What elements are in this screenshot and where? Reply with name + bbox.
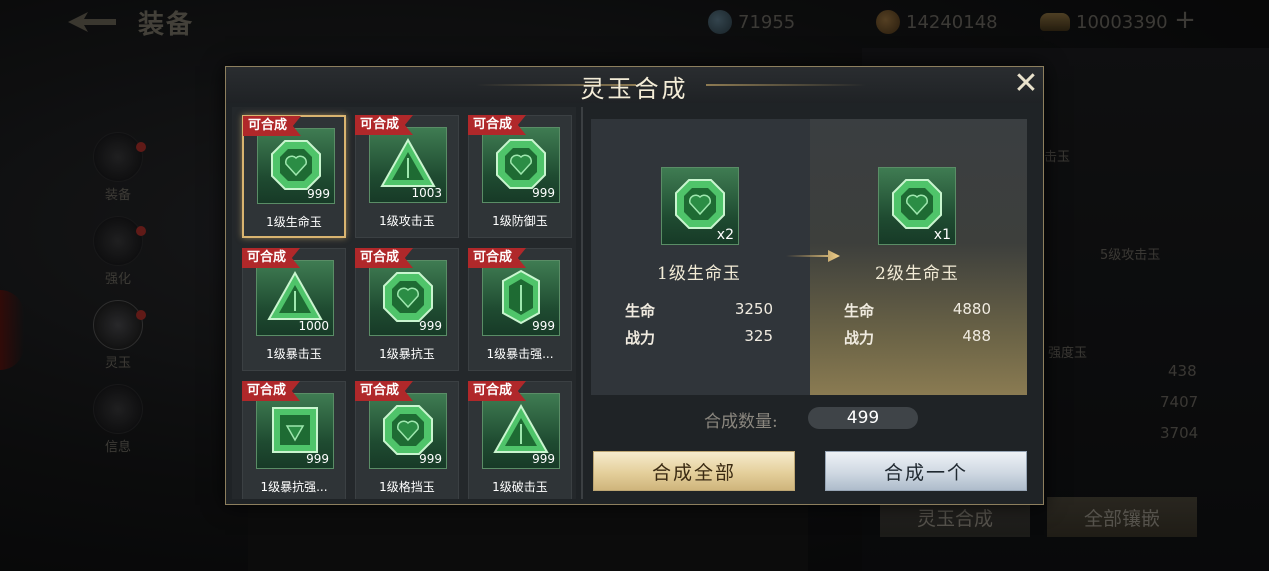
dialog-header: 灵玉合成 ✕ <box>226 67 1043 103</box>
jade-item-cell[interactable]: 999 可合成 1级生命玉 <box>242 115 346 238</box>
synthesizable-badge: 可合成 <box>468 115 527 135</box>
jade-hexagon-icon <box>502 269 540 324</box>
item-name: 1级暴抗强... <box>260 480 328 494</box>
stat-label-power: 战力 <box>625 329 656 347</box>
combine-all-button[interactable]: 合成全部 <box>593 451 795 491</box>
combine-one-button[interactable]: 合成一个 <box>825 451 1027 491</box>
divider <box>581 107 583 499</box>
item-name: 1级防御玉 <box>492 214 548 228</box>
item-name: 1级暴击强... <box>486 347 554 361</box>
quantity-label: 合成数量: <box>704 412 778 432</box>
stat-label-hp: 生命 <box>625 302 656 320</box>
jade-item-cell[interactable]: 999 可合成 1级暴抗强... <box>242 381 346 499</box>
item-quantity: 999 <box>419 452 442 466</box>
stat-value-power: 488 <box>962 327 991 345</box>
item-name: 1级破击玉 <box>492 480 548 494</box>
jade-triangle-icon <box>380 137 436 187</box>
item-name: 1级暴击玉 <box>266 347 322 361</box>
item-multiplier: x2 <box>716 227 734 243</box>
item-multiplier: x1 <box>933 227 951 243</box>
jade-item-cell[interactable]: 1000 可合成 1级暴击玉 <box>242 248 346 371</box>
source-item-name: 1级生命玉 <box>657 264 741 284</box>
synthesizable-badge: 可合成 <box>468 381 527 401</box>
jade-thumb: 999 <box>482 393 560 469</box>
jade-grid[interactable]: 999 可合成 1级生命玉 1003 可合成 1级攻击玉 999 可合成 1级防御玉 1000 可合… <box>232 107 576 499</box>
jade-item-cell[interactable]: 999 可合成 1级暴抗玉 <box>355 248 459 371</box>
synthesizable-badge: 可合成 <box>468 248 527 268</box>
item-quantity: 999 <box>532 452 555 466</box>
synthesizable-badge: 可合成 <box>355 115 414 135</box>
dialog-title: 灵玉合成 <box>580 75 689 103</box>
jade-thumb: 999 <box>369 260 447 336</box>
target-item-name: 2级生命玉 <box>875 264 959 284</box>
jade-thumb: 999 <box>482 260 560 336</box>
close-button[interactable]: ✕ <box>1012 69 1040 99</box>
jade-item-cell[interactable]: 999 可合成 1级防御玉 <box>468 115 572 238</box>
jade-thumb: 1000 <box>256 260 334 336</box>
jade-item-cell[interactable]: 999 可合成 1级格挡玉 <box>355 381 459 499</box>
item-quantity: 999 <box>306 452 329 466</box>
jade-octagon-icon <box>383 271 433 322</box>
item-quantity: 999 <box>307 187 330 201</box>
jade-thumb: 999 <box>369 393 447 469</box>
synthesizable-badge: 可合成 <box>355 248 414 268</box>
jade-thumb: 1003 <box>369 127 447 203</box>
jade-item-cell[interactable]: 999 可合成 1级暴击强... <box>468 248 572 371</box>
stat-label-power: 战力 <box>844 329 875 347</box>
synthesizable-badge: 可合成 <box>242 248 301 268</box>
jade-synthesis-dialog: 灵玉合成 ✕ 999 可合成 1级生命玉 1003 可合成 1级攻击玉 999 可合成 1级防御… <box>225 66 1044 505</box>
jade-item-cell[interactable]: 1003 可合成 1级攻击玉 <box>355 115 459 238</box>
jade-item-cell[interactable]: 999 可合成 1级破击玉 <box>468 381 572 499</box>
item-quantity: 1003 <box>411 186 442 200</box>
synthesizable-badge: 可合成 <box>243 116 302 136</box>
source-item-thumb: x2 <box>661 167 739 245</box>
quantity-field[interactable]: 499 <box>808 407 918 429</box>
stat-value-power: 325 <box>744 327 773 345</box>
jade-thumb: 999 <box>257 128 335 204</box>
heart-jade-icon <box>892 179 942 230</box>
jade-triangle-icon <box>493 403 549 453</box>
jade-octagon-icon <box>383 404 433 455</box>
target-item-thumb: x1 <box>878 167 956 245</box>
jade-triangle-icon <box>267 270 323 320</box>
jade-thumb: 999 <box>256 393 334 469</box>
item-quantity: 999 <box>532 186 555 200</box>
stat-value-hp: 4880 <box>952 300 991 318</box>
item-name: 1级生命玉 <box>266 215 322 229</box>
jade-square-icon <box>272 406 318 453</box>
item-quantity: 1000 <box>298 319 329 333</box>
arrow-right-icon <box>786 250 840 262</box>
target-panel <box>810 119 1027 395</box>
jade-octagon-icon <box>271 139 321 190</box>
stat-value-hp: 3250 <box>734 300 773 318</box>
jade-octagon-icon <box>496 138 546 189</box>
heart-jade-icon <box>675 179 725 230</box>
synthesizable-badge: 可合成 <box>355 381 414 401</box>
item-quantity: 999 <box>419 319 442 333</box>
stat-label-hp: 生命 <box>844 302 875 320</box>
item-quantity: 999 <box>532 319 555 333</box>
item-name: 1级攻击玉 <box>379 214 435 228</box>
synthesizable-badge: 可合成 <box>242 381 301 401</box>
jade-thumb: 999 <box>482 127 560 203</box>
item-name: 1级格挡玉 <box>379 480 435 494</box>
item-name: 1级暴抗玉 <box>379 347 435 361</box>
